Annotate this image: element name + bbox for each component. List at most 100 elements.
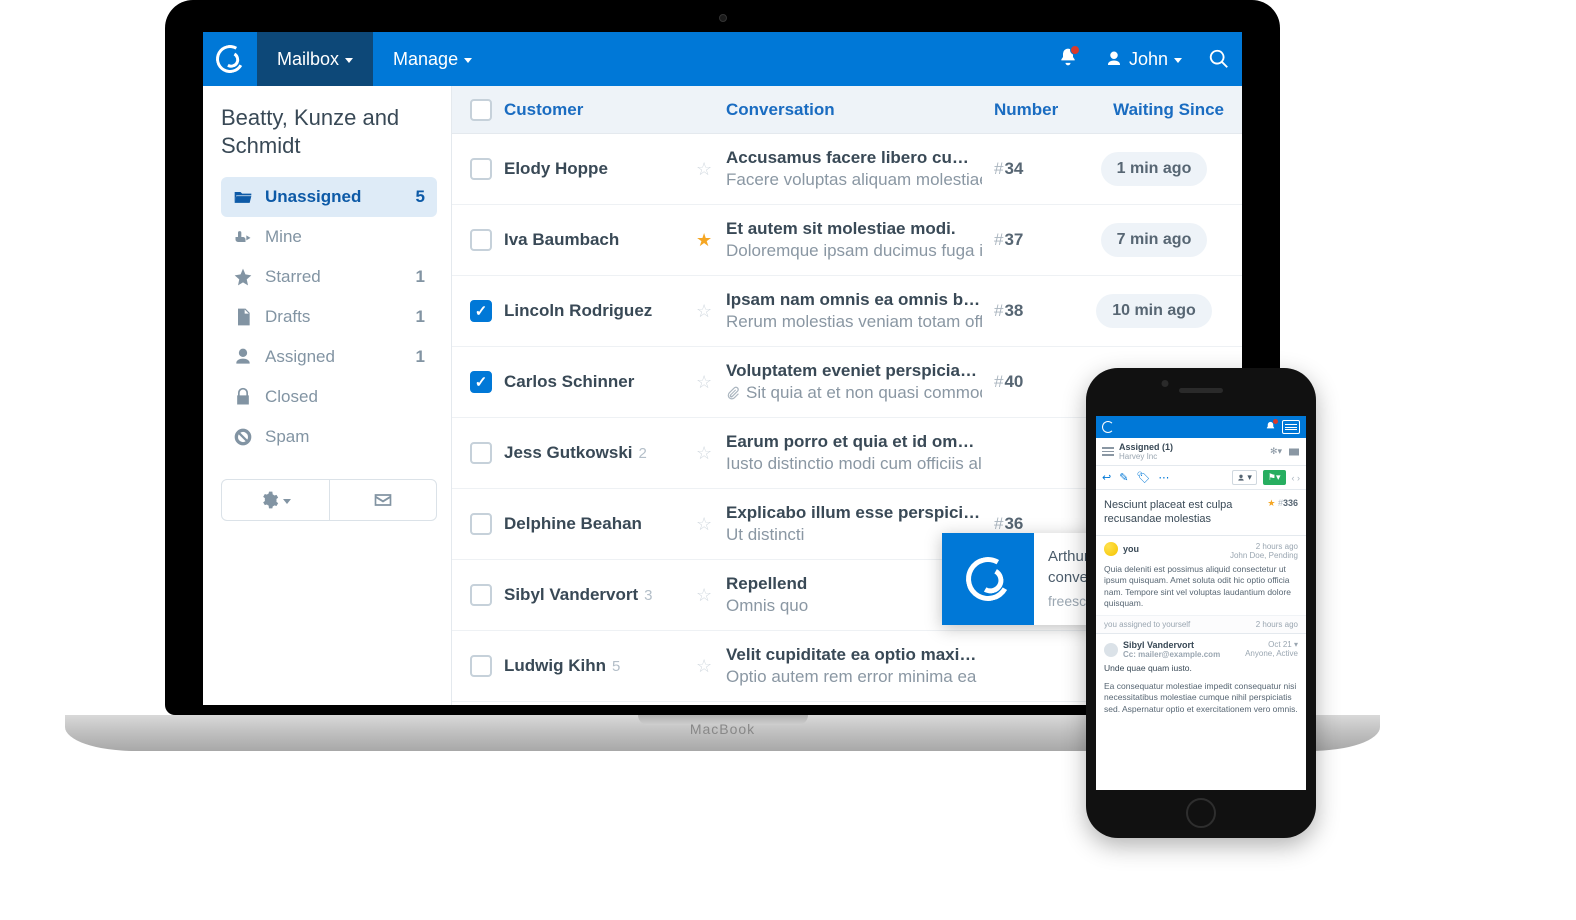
ban-icon	[233, 427, 253, 447]
customer-name: Iva Baumbach	[504, 230, 684, 250]
gear-icon[interactable]: ✻▾	[1270, 446, 1282, 457]
app-logo-icon[interactable]	[1102, 421, 1114, 433]
column-conversation[interactable]: Conversation	[726, 100, 982, 120]
folder-label: Unassigned	[265, 187, 361, 207]
notifications-button[interactable]	[1265, 421, 1276, 434]
caret-down-icon	[283, 499, 291, 504]
star-icon[interactable]: ☆	[696, 302, 714, 320]
note-icon[interactable]: ✎	[1119, 471, 1128, 484]
notification-dot-icon	[1070, 45, 1080, 55]
phone-message[interactable]: you 2 hours agoJohn Doe, Pending Quia de…	[1096, 535, 1306, 616]
nav-mailbox-dropdown[interactable]: Mailbox	[257, 32, 373, 86]
row-checkbox[interactable]	[470, 655, 492, 677]
subject: Velit cupiditate ea optio maxime labore …	[726, 645, 982, 665]
message-status: Anyone, Active	[1245, 649, 1298, 658]
row-checkbox[interactable]	[470, 371, 492, 393]
phone-toolbar: ↩ ✎ 🏷 ⋯ ▾ ⚑▾ ‹ ›	[1096, 466, 1306, 490]
row-checkbox[interactable]	[470, 300, 492, 322]
folder-menu-button[interactable]	[1102, 447, 1114, 456]
subject: Explicabo illum esse perspiciatis repell…	[726, 503, 982, 523]
caret-down-icon	[464, 58, 472, 63]
folder-label: Drafts	[265, 307, 310, 327]
star-icon[interactable]: ☆	[696, 657, 714, 675]
new-conversation-button[interactable]	[330, 480, 437, 520]
conversation-number: #40	[994, 372, 1072, 392]
gear-icon	[259, 490, 279, 510]
star-icon[interactable]: ☆	[696, 373, 714, 391]
phone-folder-header: Assigned (1) Harvey Inc ✻▾	[1096, 438, 1306, 466]
conversation-row[interactable]: Iva Baumbach ★ Et autem sit molestiae modi…	[452, 205, 1242, 276]
folder-open-icon	[233, 187, 253, 207]
top-nav: Mailbox Manage John	[203, 32, 1242, 86]
conversation-cell: Et autem sit molestiae modi.Doloremque i…	[726, 219, 982, 261]
folder-drafts[interactable]: Drafts 1	[221, 297, 437, 337]
customer-name: Carlos Schinner	[504, 372, 684, 392]
user-name: John	[1129, 49, 1168, 70]
prev-next-nav[interactable]: ‹ ›	[1292, 473, 1301, 483]
subject: Et autem sit molestiae modi.	[726, 219, 982, 239]
preview: Iusto distinctio modi cum officiis alias…	[726, 454, 982, 474]
menu-button[interactable]	[1282, 420, 1300, 434]
customer-name: Jess Gutkowski2	[504, 443, 684, 463]
caret-down-icon	[345, 58, 353, 63]
paperclip-icon	[726, 386, 740, 400]
notifications-button[interactable]	[1045, 32, 1091, 86]
column-customer[interactable]: Customer	[504, 100, 684, 120]
message-from: you	[1123, 544, 1139, 554]
conversation-row[interactable]: Elody Hoppe☆Accusamus facere libero cum …	[452, 134, 1242, 205]
user-menu[interactable]: John	[1091, 49, 1196, 70]
envelope-icon[interactable]	[1288, 446, 1300, 458]
row-checkbox[interactable]	[470, 513, 492, 535]
row-checkbox[interactable]	[470, 442, 492, 464]
conversation-cell: Velit cupiditate ea optio maxime labore …	[726, 645, 982, 687]
status-dropdown[interactable]: ⚑▾	[1263, 470, 1286, 485]
assignee-dropdown[interactable]: ▾	[1232, 470, 1257, 485]
folder-mine[interactable]: Mine	[221, 217, 437, 257]
folder-assigned[interactable]: Assigned 1	[221, 337, 437, 377]
search-icon	[1208, 48, 1230, 70]
column-number[interactable]: Number	[994, 100, 1072, 120]
customer-name: Sibyl Vandervort3	[504, 585, 684, 605]
subject: Voluptatem eveniet perspiciatis aut illo…	[726, 361, 982, 381]
star-icon[interactable]: ☆	[696, 586, 714, 604]
row-checkbox[interactable]	[470, 158, 492, 180]
phone-message[interactable]: Sibyl Vandervort Cc: mailer@example.com …	[1096, 633, 1306, 721]
row-checkbox[interactable]	[470, 229, 492, 251]
message-body: Quia deleniti est possimus aliquid conse…	[1104, 564, 1298, 610]
thread-count: 2	[639, 445, 647, 462]
folder-closed[interactable]: Closed	[221, 377, 437, 417]
phone-conversation-header: Nesciunt placeat est culpa recusandae mo…	[1096, 490, 1306, 535]
reply-icon[interactable]: ↩	[1102, 471, 1111, 484]
thread-count: 5	[612, 658, 620, 675]
sidebar-actions	[221, 479, 437, 521]
folder-unassigned[interactable]: Unassigned 5	[221, 177, 437, 217]
search-button[interactable]	[1196, 32, 1242, 86]
star-icon[interactable]: ☆	[696, 444, 714, 462]
more-icon[interactable]: ⋯	[1158, 471, 1169, 484]
app-logo-icon[interactable]	[203, 32, 257, 86]
star-icon[interactable]: ★	[1267, 498, 1275, 508]
waiting-since: 1 min ago	[1084, 152, 1224, 186]
phone-action-note: you assigned to yourself 2 hours ago	[1096, 615, 1306, 633]
folder-label: Closed	[265, 387, 318, 407]
star-icon[interactable]: ☆	[696, 515, 714, 533]
row-checkbox[interactable]	[470, 584, 492, 606]
nav-mailbox-label: Mailbox	[277, 49, 339, 70]
folder-starred[interactable]: Starred 1	[221, 257, 437, 297]
mailbox-settings-button[interactable]	[222, 480, 330, 520]
column-waiting[interactable]: Waiting Since	[1084, 100, 1224, 120]
user-icon	[1105, 50, 1123, 68]
phone-folder-name: Assigned (1)	[1119, 442, 1173, 452]
conversation-row[interactable]: Lincoln Rodriguez☆Ipsam nam omnis ea omn…	[452, 276, 1242, 347]
phone-viewport: Assigned (1) Harvey Inc ✻▾ ↩ ✎ 🏷 ⋯ ▾ ⚑▾ …	[1096, 416, 1306, 790]
tag-icon[interactable]: 🏷	[1136, 471, 1150, 484]
message-line: Unde quae quam iusto.	[1104, 663, 1298, 674]
star-icon	[233, 267, 253, 287]
select-all-checkbox[interactable]	[470, 99, 492, 121]
star-icon[interactable]: ★	[696, 231, 714, 249]
folder-spam[interactable]: Spam	[221, 417, 437, 457]
star-icon[interactable]: ☆	[696, 160, 714, 178]
folder-list: Unassigned 5 Mine Starred 1	[221, 177, 437, 457]
folder-label: Mine	[265, 227, 302, 247]
nav-manage-dropdown[interactable]: Manage	[373, 32, 492, 86]
